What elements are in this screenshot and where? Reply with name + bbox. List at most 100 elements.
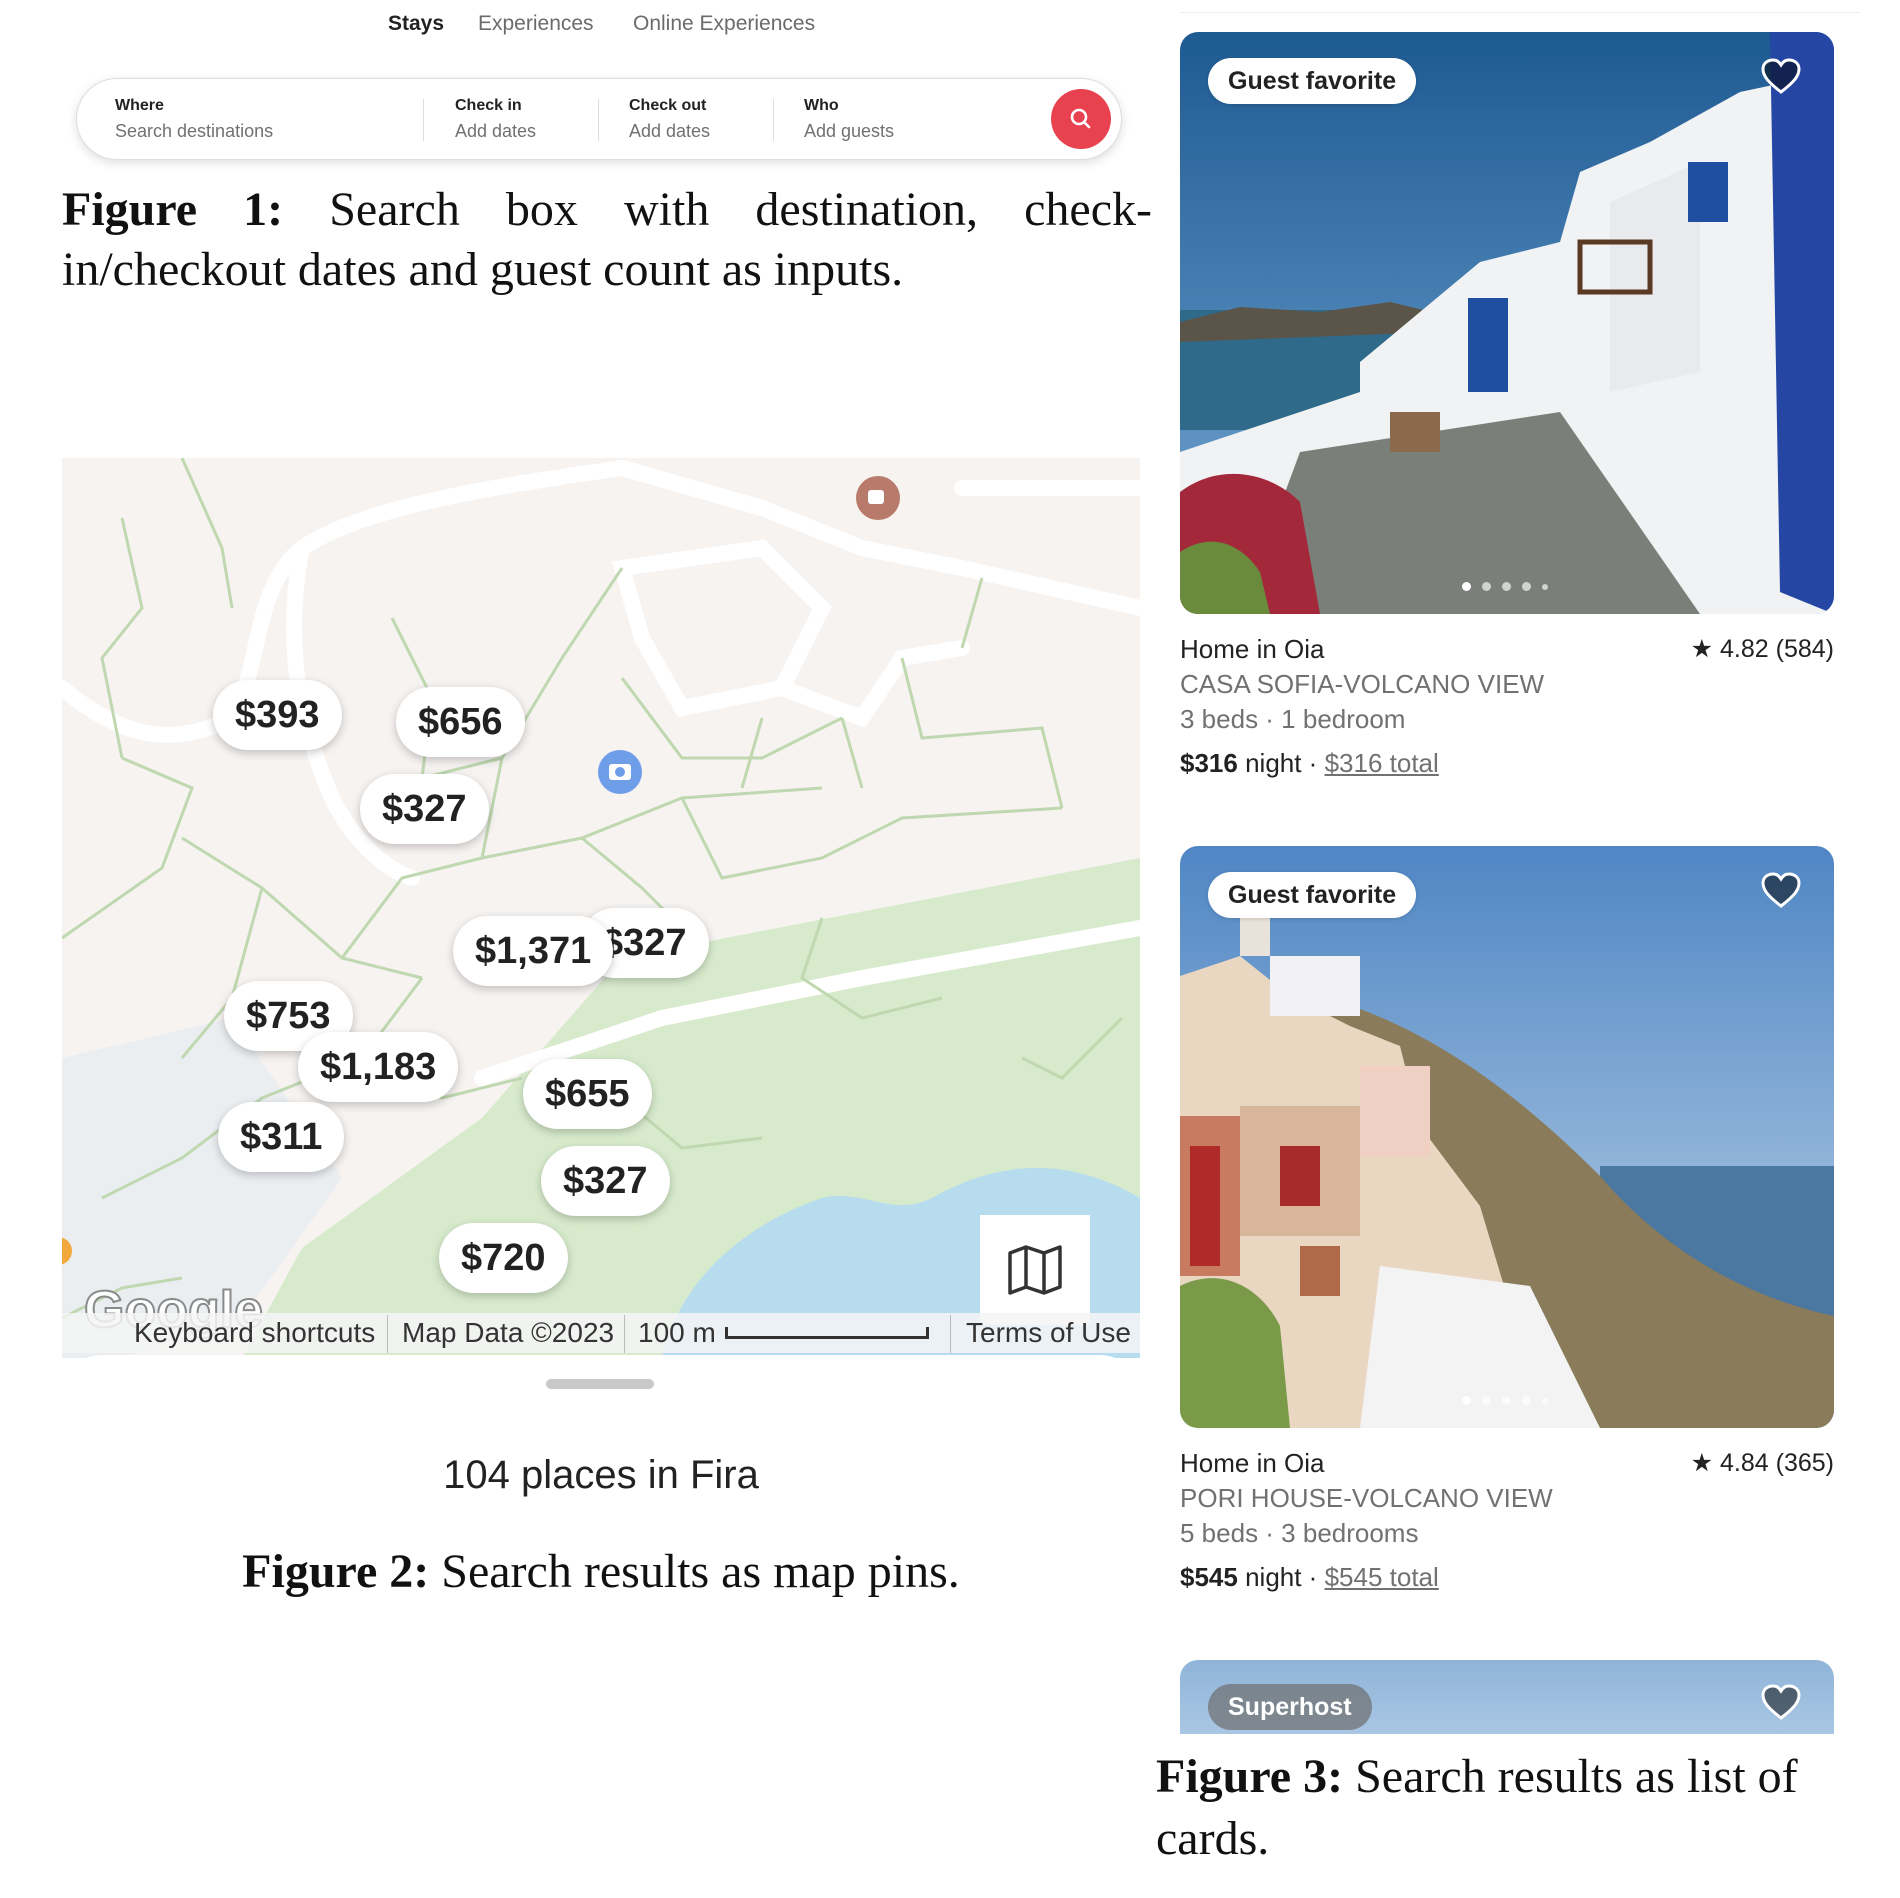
rating-value: 4.82 (584) — [1720, 635, 1834, 663]
caption-text: Search box with destination, check- — [329, 183, 1152, 236]
where-field[interactable]: Where Search destinations — [115, 97, 273, 142]
scale-bar — [725, 1327, 929, 1339]
price-pin[interactable]: $1,371 — [453, 916, 614, 986]
price-pin[interactable]: $655 — [523, 1059, 652, 1129]
scale-label: 100 m — [638, 1317, 716, 1348]
price-pin[interactable]: $656 — [396, 687, 525, 757]
price-pin[interactable]: $393 — [213, 680, 342, 750]
checkout-input[interactable]: Add dates — [629, 121, 710, 142]
total-price-link[interactable]: $316 total — [1325, 748, 1439, 778]
divider — [423, 99, 424, 141]
checkin-field[interactable]: Check in Add dates — [455, 97, 536, 142]
pagination-dot — [1482, 1396, 1491, 1405]
search-button[interactable] — [1051, 89, 1111, 149]
divider — [773, 99, 774, 141]
caption-line-2: cards. — [1156, 1812, 1270, 1865]
listing-photo-image — [1180, 846, 1834, 1428]
where-input[interactable]: Search destinations — [115, 121, 273, 142]
figure-1-caption: Figure 1: Search box with destination, c… — [62, 180, 1152, 300]
checkin-input[interactable]: Add dates — [455, 121, 536, 142]
listing-price: $545 night · $545 total — [1180, 1562, 1439, 1593]
listing-price: $316 night · $316 total — [1180, 748, 1439, 779]
pagination-dot — [1542, 1398, 1548, 1404]
heart-icon[interactable] — [1758, 868, 1804, 914]
star-icon: ★ — [1690, 635, 1714, 663]
where-label: Where — [115, 97, 164, 114]
search-box: Where Search destinations Check in Add d… — [76, 78, 1122, 160]
caption-label: Figure 2: — [242, 1545, 430, 1598]
keyboard-shortcuts-link[interactable]: Keyboard shortcuts — [134, 1317, 375, 1349]
checkout-label: Check out — [629, 97, 707, 114]
map-view[interactable]: $393 $656 $327 $327 $1,371 $753 $1,183 $… — [62, 458, 1140, 1358]
rating-value: 4.84 (365) — [1720, 1449, 1834, 1477]
pagination-dot — [1462, 1396, 1471, 1405]
results-sheet: 104 places in Fira — [62, 1355, 1140, 1555]
map-background — [62, 458, 1140, 1358]
listing-beds: 5 beds · 3 bedrooms — [1180, 1518, 1419, 1548]
price-unit: night · — [1245, 748, 1318, 778]
divider — [387, 1315, 388, 1353]
stays-tabs: Stays Experiences Online Experiences — [0, 12, 1190, 52]
tab-online-experiences[interactable]: Online Experiences — [633, 12, 815, 36]
photo-pagination — [1462, 582, 1562, 592]
divider — [598, 99, 599, 141]
price-pin[interactable]: $311 — [218, 1102, 345, 1172]
sheet-drag-handle[interactable] — [546, 1379, 654, 1389]
price-pin[interactable]: $327 — [541, 1146, 670, 1216]
heart-icon[interactable] — [1758, 1680, 1804, 1726]
search-icon — [1070, 108, 1091, 129]
map-data-text: Map Data ©2023 — [402, 1317, 615, 1348]
price-pin[interactable]: $327 — [360, 774, 489, 844]
listing-title[interactable]: Home in Oia — [1180, 1448, 1325, 1479]
photo-pagination — [1462, 1396, 1562, 1406]
pagination-dot — [1462, 582, 1471, 591]
places-count: 104 places in Fira — [443, 1453, 759, 1497]
pagination-dot — [1482, 582, 1491, 591]
who-field[interactable]: Who Add guests — [804, 97, 894, 142]
checkin-label: Check in — [455, 97, 522, 114]
listing-photo[interactable]: Superhost — [1180, 1660, 1834, 1734]
caption-label: Figure 1: — [62, 183, 284, 236]
pagination-dot — [1542, 584, 1548, 590]
caption-text: Search results as list of — [1355, 1750, 1798, 1803]
figure-3-caption: Figure 3: Search results as list of card… — [1156, 1746, 1860, 1870]
superhost-badge: Superhost — [1208, 1684, 1372, 1730]
price-pin[interactable]: $720 — [439, 1223, 568, 1293]
divider — [1180, 12, 1860, 13]
who-input[interactable]: Add guests — [804, 121, 894, 142]
price-unit: night · — [1245, 1562, 1318, 1592]
map-toggle-button[interactable] — [980, 1215, 1090, 1325]
total-price-link[interactable]: $545 total — [1325, 1562, 1439, 1592]
listing-name: CASA SOFIA-VOLCANO VIEW — [1180, 669, 1545, 699]
checkout-field[interactable]: Check out Add dates — [629, 97, 710, 142]
who-label: Who — [804, 97, 839, 114]
pagination-dot — [1522, 582, 1531, 591]
caption-line-2: in/checkout dates and guest count as inp… — [62, 243, 904, 296]
map-icon — [1008, 1245, 1062, 1295]
listing-name: PORI HOUSE-VOLCANO VIEW — [1180, 1483, 1553, 1513]
listing-rating: ★ 4.84 (365) — [1580, 1448, 1834, 1478]
listing-photo[interactable]: Guest favorite — [1180, 846, 1834, 1428]
caption-line-1: Figure 1: Search box with destination, c… — [62, 180, 1152, 240]
caption-line-1: Figure 3: Search results as list of — [1156, 1746, 1860, 1808]
terms-link[interactable]: Terms of Use — [966, 1317, 1131, 1349]
star-icon: ★ — [1690, 1449, 1714, 1477]
listing-photo-image — [1180, 32, 1834, 614]
tab-stays[interactable]: Stays — [388, 12, 444, 36]
caption-text: Search results as map pins. — [441, 1545, 960, 1598]
price-pin[interactable]: $1,183 — [298, 1032, 459, 1102]
caption-label: Figure 3: — [1156, 1750, 1344, 1803]
map-attribution-bar: Keyboard shortcuts Map Data ©2023 100 m … — [62, 1313, 1140, 1353]
price-value: $545 — [1180, 1562, 1238, 1592]
listing-title[interactable]: Home in Oia — [1180, 634, 1325, 665]
figure-2-caption: Figure 2: Search results as map pins. — [62, 1544, 1140, 1599]
pagination-dot — [1502, 582, 1511, 591]
price-value: $316 — [1180, 748, 1238, 778]
divider — [950, 1315, 951, 1353]
listing-rating: ★ 4.82 (584) — [1580, 634, 1834, 664]
tab-experiences[interactable]: Experiences — [478, 12, 594, 36]
heart-icon[interactable] — [1758, 54, 1804, 100]
divider — [624, 1315, 625, 1353]
listing-photo[interactable]: Guest favorite — [1180, 32, 1834, 614]
pagination-dot — [1522, 1396, 1531, 1405]
